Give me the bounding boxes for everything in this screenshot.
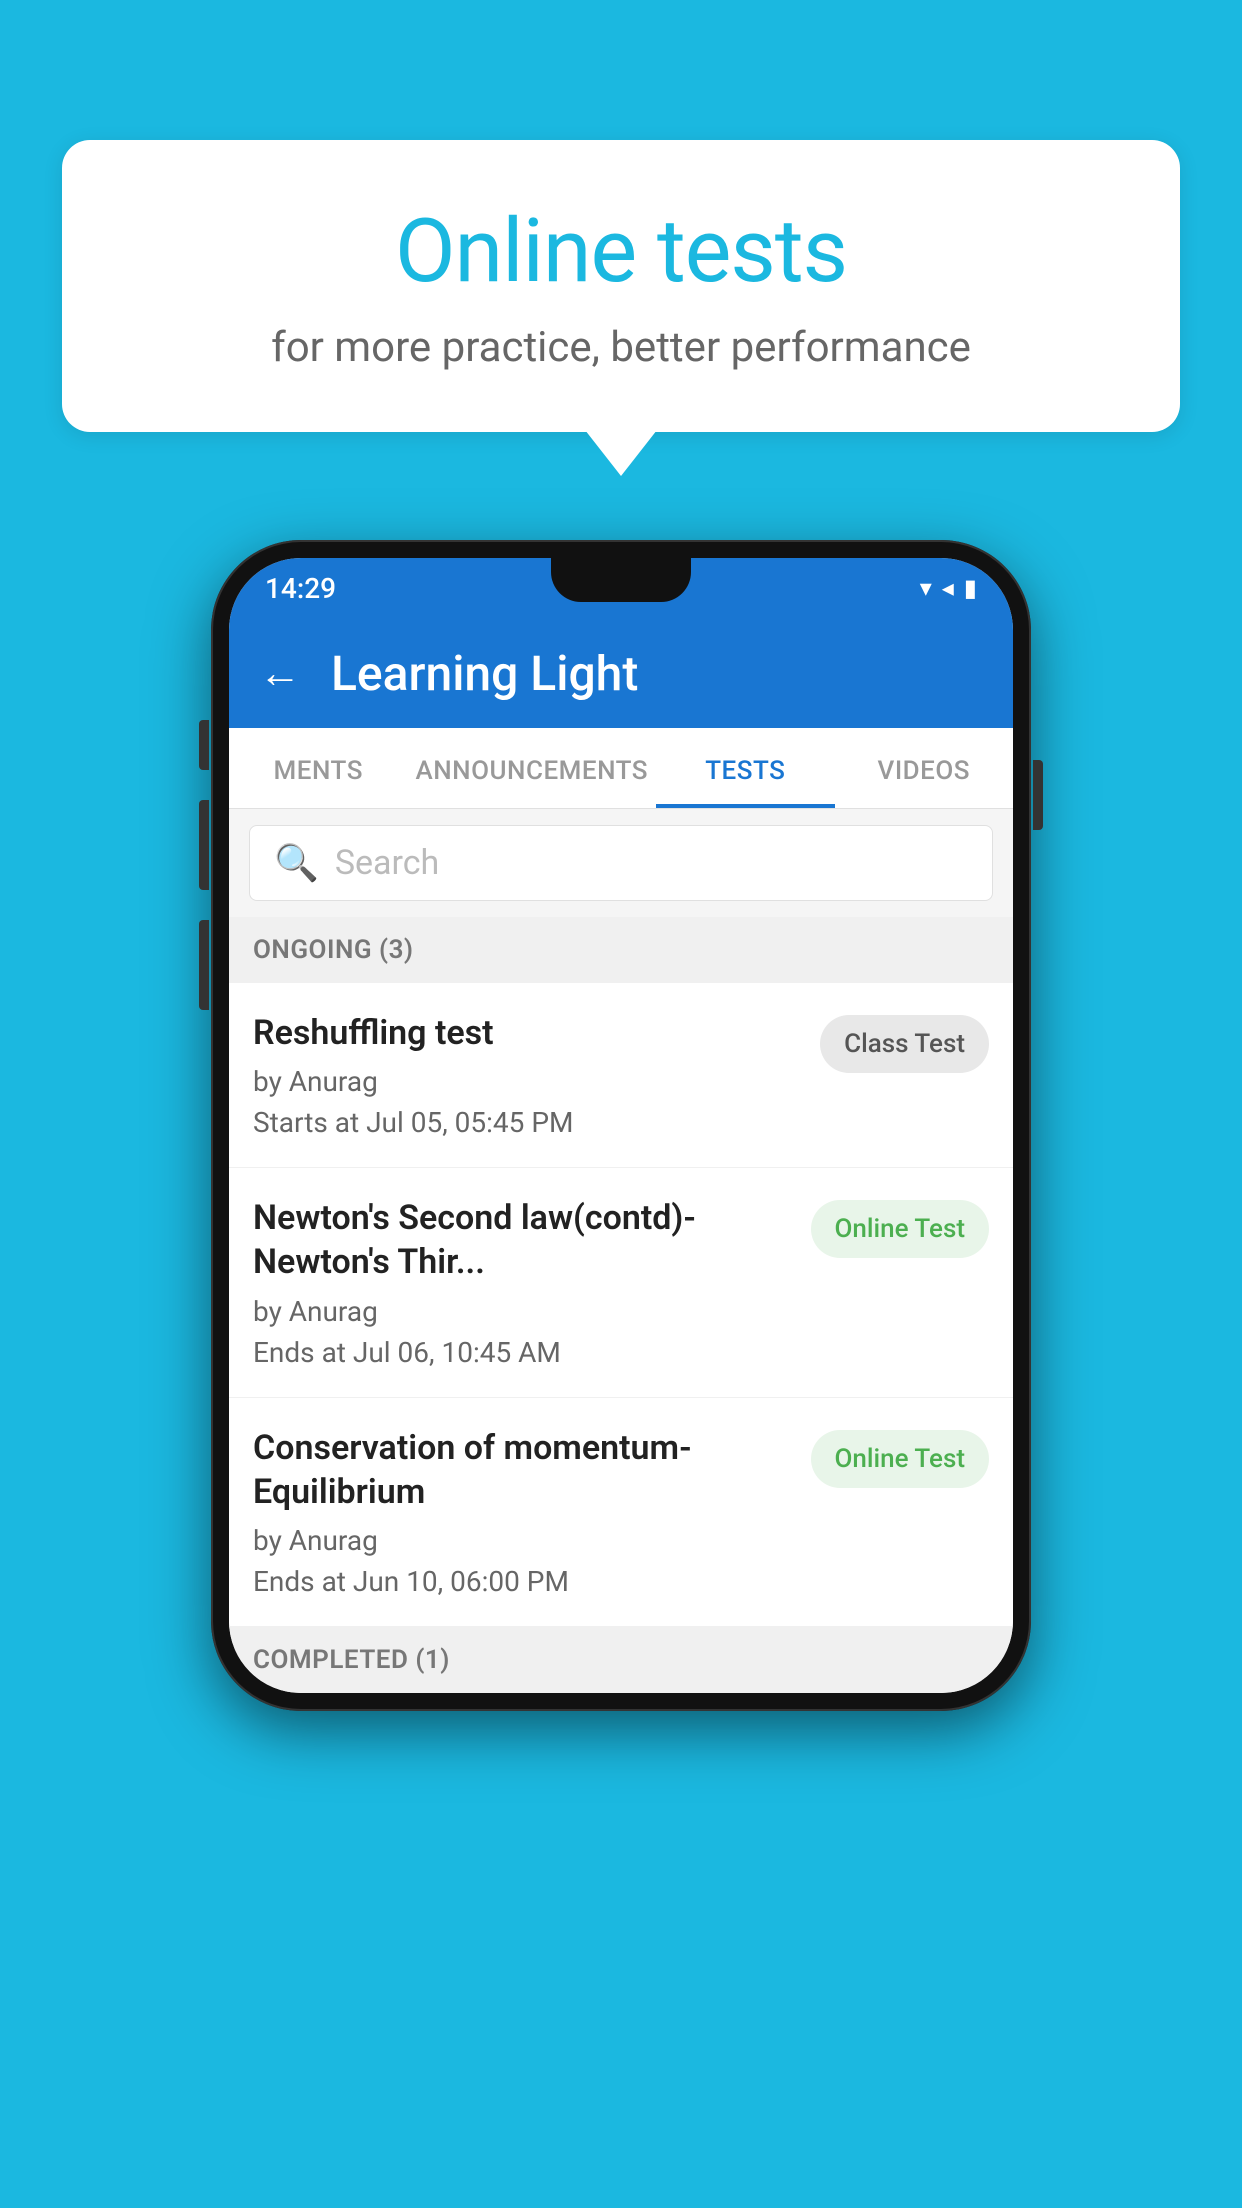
speech-bubble: Online tests for more practice, better p… [62, 140, 1180, 432]
phone-outer: 14:29 ▾ ◂ ▮ ← Learning Light MENTS A [211, 540, 1031, 1711]
status-icons: ▾ ◂ ▮ [920, 574, 977, 602]
test-info-conservation: Conservation of momentum-Equilibrium by … [253, 1426, 791, 1598]
tab-ments[interactable]: MENTS [229, 728, 407, 808]
test-info-reshuffling: Reshuffling test by Anurag Starts at Jul… [253, 1011, 800, 1139]
speech-bubble-container: Online tests for more practice, better p… [62, 140, 1180, 432]
volume-down-button [199, 800, 209, 890]
silent-button [199, 920, 209, 1010]
back-button[interactable]: ← [259, 649, 301, 698]
tab-videos[interactable]: VIDEOS [835, 728, 1013, 808]
test-title-reshuffling: Reshuffling test [253, 1011, 800, 1055]
search-input[interactable]: Search [335, 843, 439, 883]
phone-mockup: 14:29 ▾ ◂ ▮ ← Learning Light MENTS A [211, 540, 1031, 1711]
status-bar: 14:29 ▾ ◂ ▮ [229, 558, 1013, 618]
signal-icon: ◂ [942, 574, 954, 602]
speech-bubble-subtitle: for more practice, better performance [142, 323, 1100, 372]
app-title: Learning Light [331, 645, 638, 702]
test-info-newton: Newton's Second law(contd)-Newton's Thir… [253, 1196, 791, 1368]
test-badge-reshuffling: Class Test [820, 1015, 989, 1073]
test-badge-conservation: Online Test [811, 1430, 990, 1488]
test-author-conservation: by Anurag [253, 1524, 791, 1557]
tabs-container: MENTS ANNOUNCEMENTS TESTS VIDEOS [229, 728, 1013, 809]
test-date-reshuffling: Starts at Jul 05, 05:45 PM [253, 1106, 800, 1139]
test-item-conservation[interactable]: Conservation of momentum-Equilibrium by … [229, 1398, 1013, 1627]
status-time: 14:29 [265, 572, 336, 605]
test-author-reshuffling: by Anurag [253, 1065, 800, 1098]
test-date-newton: Ends at Jul 06, 10:45 AM [253, 1336, 791, 1369]
test-item-newton[interactable]: Newton's Second law(contd)-Newton's Thir… [229, 1168, 1013, 1397]
completed-section-header: COMPLETED (1) [229, 1627, 1013, 1693]
power-button [1033, 760, 1043, 830]
test-title-newton: Newton's Second law(contd)-Newton's Thir… [253, 1196, 791, 1284]
test-badge-newton: Online Test [811, 1200, 990, 1258]
phone-screen: 14:29 ▾ ◂ ▮ ← Learning Light MENTS A [229, 558, 1013, 1693]
search-bar[interactable]: 🔍 Search [249, 825, 993, 901]
wifi-icon: ▾ [920, 574, 932, 602]
battery-icon: ▮ [964, 574, 977, 602]
search-container: 🔍 Search [229, 809, 1013, 917]
tab-announcements[interactable]: ANNOUNCEMENTS [407, 728, 656, 808]
test-item-reshuffling[interactable]: Reshuffling test by Anurag Starts at Jul… [229, 983, 1013, 1168]
test-date-conservation: Ends at Jun 10, 06:00 PM [253, 1565, 791, 1598]
test-author-newton: by Anurag [253, 1295, 791, 1328]
tab-tests[interactable]: TESTS [656, 728, 834, 808]
test-title-conservation: Conservation of momentum-Equilibrium [253, 1426, 791, 1514]
ongoing-section-header: ONGOING (3) [229, 917, 1013, 983]
search-icon: 🔍 [274, 842, 319, 884]
notch [551, 558, 691, 602]
app-bar: ← Learning Light [229, 618, 1013, 728]
speech-bubble-title: Online tests [142, 200, 1100, 303]
volume-up-button [199, 720, 209, 770]
